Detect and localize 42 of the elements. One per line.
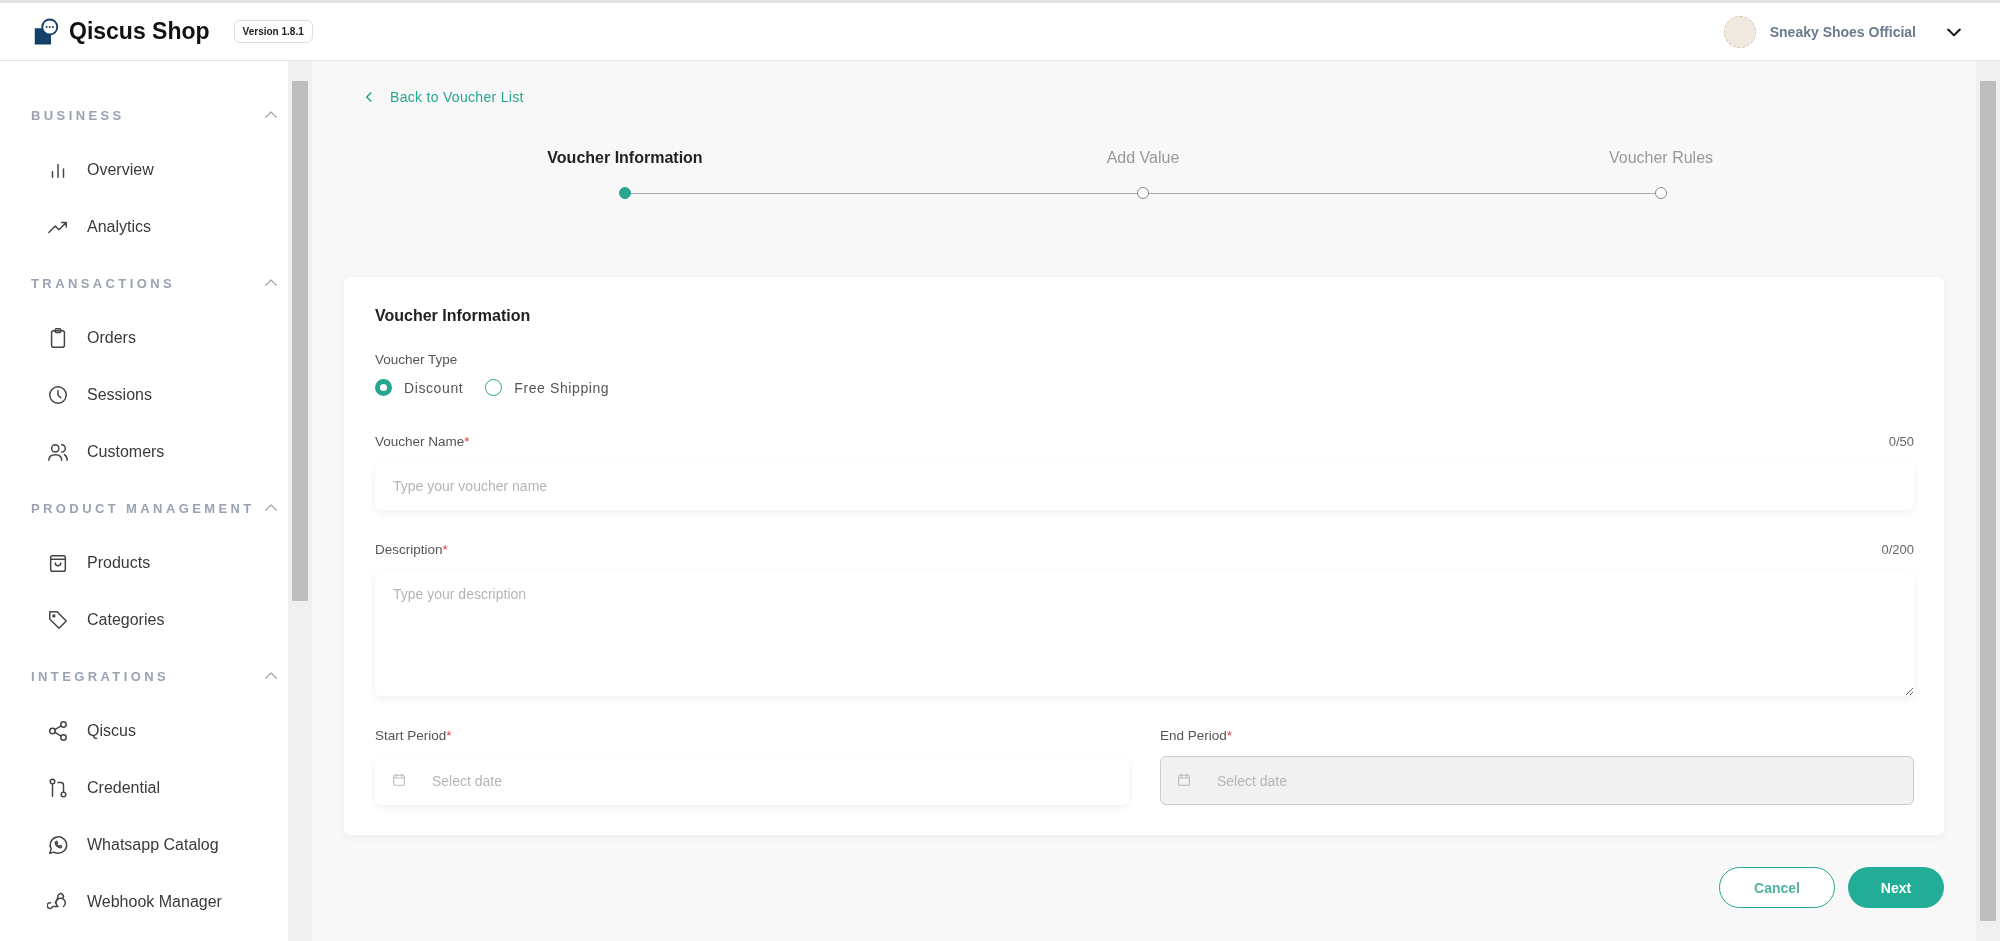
- sidebar-item[interactable]: Whatsapp Catalog: [31, 816, 288, 873]
- field-label: Voucher Type: [375, 352, 459, 367]
- calendar-icon: [391, 772, 407, 788]
- sidebar-item[interactable]: Categories: [31, 591, 288, 648]
- voucher-name-field[interactable]: Type your voucher name: [375, 462, 1914, 510]
- sidebar-item[interactable]: Sessions: [31, 366, 288, 423]
- scrollbar[interactable]: [288, 61, 312, 941]
- section-title: TRANSACTIONS: [31, 275, 176, 291]
- sidebar-item[interactable]: Customers: [31, 423, 288, 480]
- sidebar-item[interactable]: Webhook Manager: [31, 873, 288, 930]
- share-icon: [47, 719, 69, 742]
- chat-phone-icon: [47, 833, 69, 856]
- store-avatar: [1723, 15, 1756, 48]
- section-title: PRODUCT MANAGEMENT: [31, 500, 255, 516]
- section-title: BUSINESS: [31, 107, 125, 123]
- date-field[interactable]: Select date: [375, 756, 1129, 805]
- character-counter: 0/200: [1881, 542, 1914, 557]
- tag-icon: [47, 608, 69, 631]
- clock-icon: [47, 383, 69, 406]
- form-title: Voucher Information: [375, 307, 532, 325]
- sidebar-item[interactable]: Overview: [31, 141, 288, 198]
- field-label: Start Period*: [375, 728, 452, 743]
- sidebar-item[interactable]: Products: [31, 534, 288, 591]
- sidebar-item[interactable]: Credential: [31, 759, 288, 816]
- step-label[interactable]: Voucher Information: [547, 149, 703, 167]
- radio-option[interactable]: Free Shipping: [485, 379, 610, 396]
- version-badge: Version 1.8.1: [233, 20, 313, 43]
- store-name: Sneaky Shoes Official: [1769, 23, 1916, 40]
- git-compare-icon: [47, 776, 69, 799]
- sidebar-item[interactable]: Analytics: [31, 198, 288, 255]
- radio-option[interactable]: Discount: [375, 379, 464, 396]
- sidebar-item[interactable]: Orders: [31, 309, 288, 366]
- character-counter: 0/50: [1888, 434, 1914, 449]
- field-label: Voucher Name*: [375, 434, 470, 449]
- app-name: Qiscus Shop: [69, 18, 210, 45]
- field-label: End Period*: [1160, 728, 1233, 743]
- scrollbar[interactable]: [1976, 61, 2000, 941]
- field-label: Description*: [375, 542, 448, 557]
- calendar-icon: [1176, 772, 1192, 788]
- sidebar-item[interactable]: Qiscus: [31, 702, 288, 759]
- description-field[interactable]: Type your description: [375, 570, 1914, 696]
- section-title: INTEGRATIONS: [31, 668, 170, 684]
